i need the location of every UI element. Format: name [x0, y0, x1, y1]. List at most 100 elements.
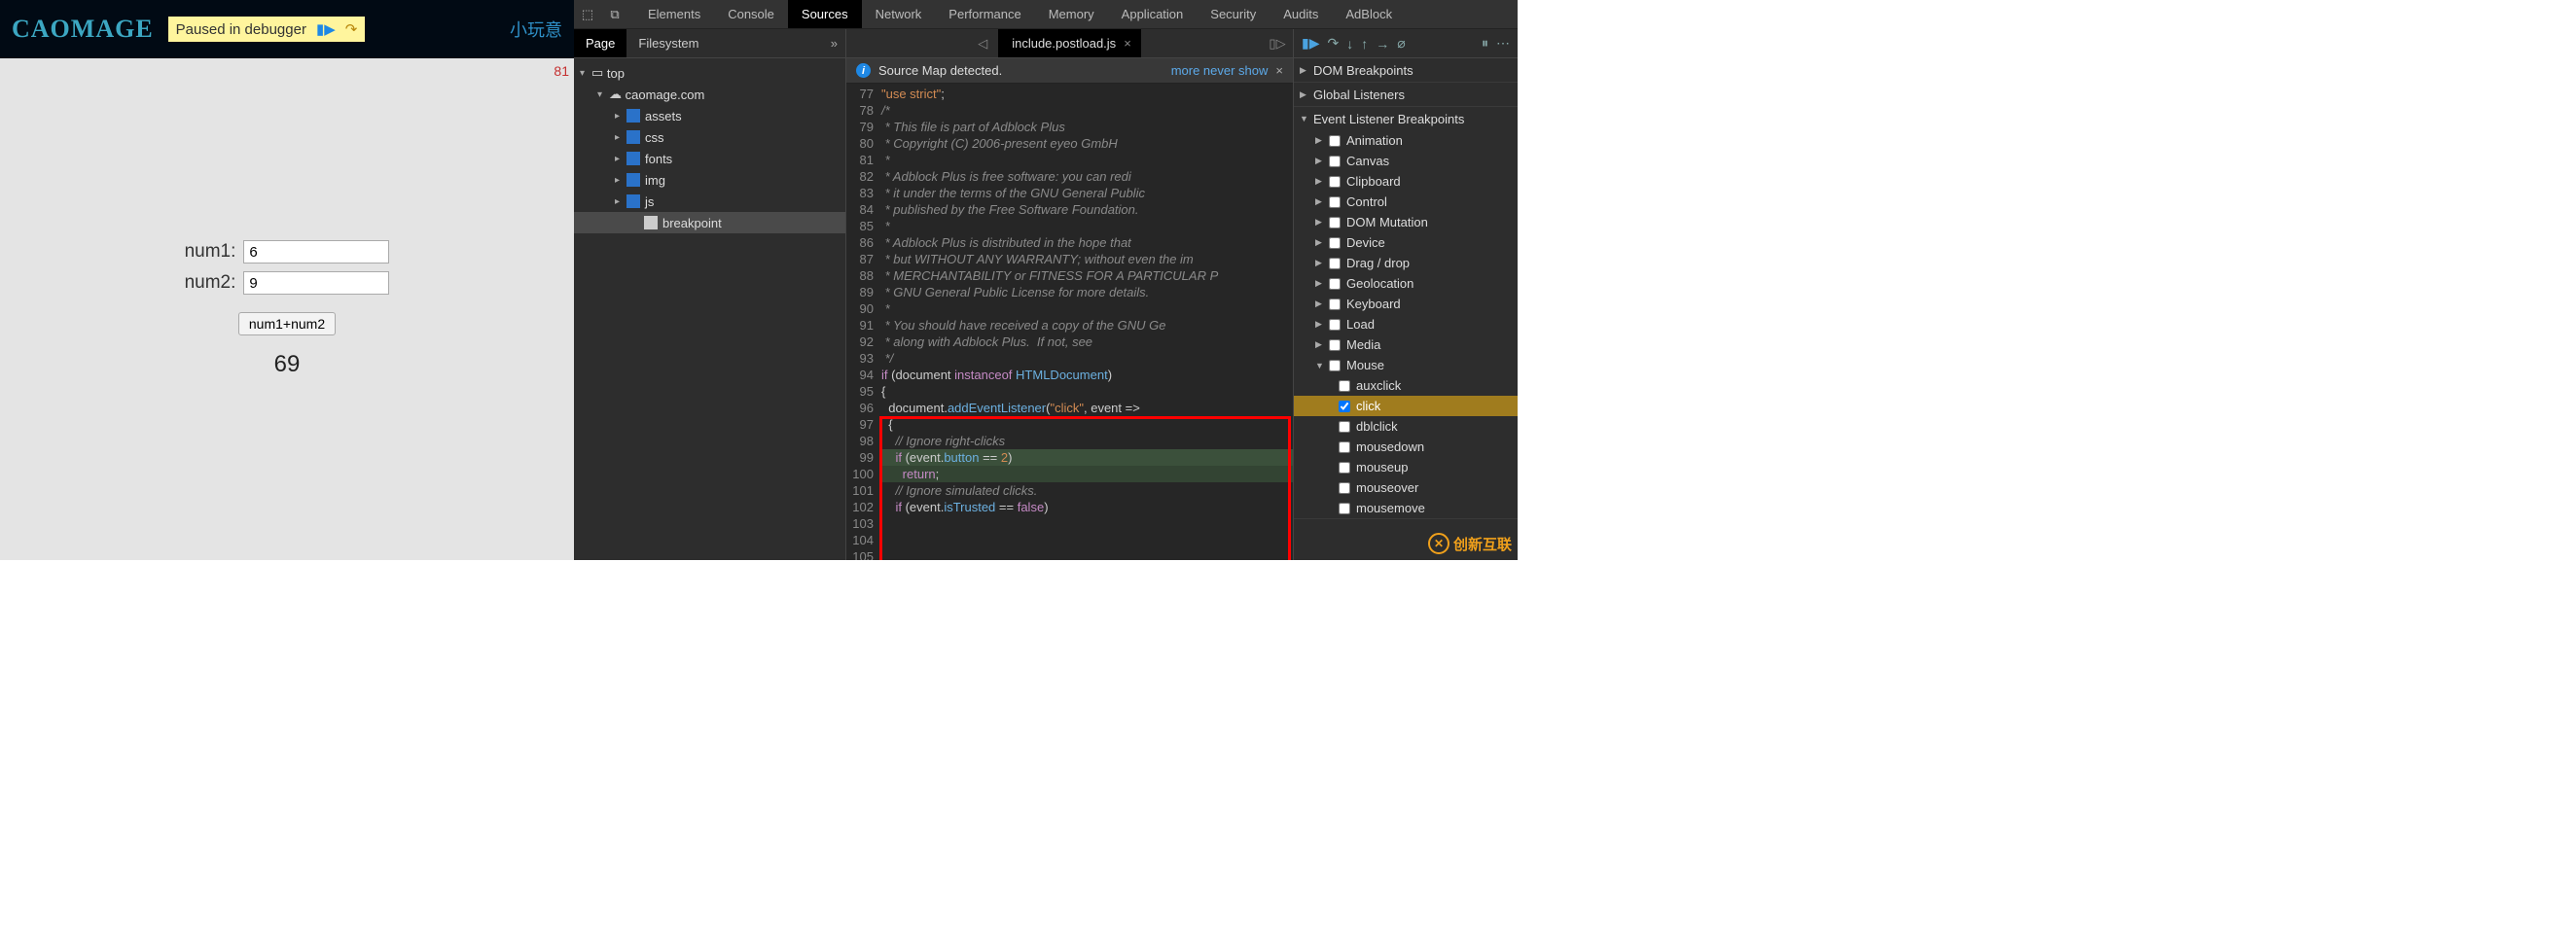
navigator-overflow-icon[interactable]: »	[831, 36, 838, 51]
event-dblclick[interactable]: dblclick	[1294, 416, 1518, 437]
event-category-device[interactable]: ▶ Device	[1294, 232, 1518, 253]
devtools-tab-security[interactable]: Security	[1197, 0, 1270, 28]
event-category-mouse[interactable]: ▼ Mouse	[1294, 355, 1518, 375]
event-category-dom-mutation[interactable]: ▶ DOM Mutation	[1294, 212, 1518, 232]
num1-input[interactable]	[243, 240, 389, 264]
tree-folder-fonts[interactable]: ▸fonts	[574, 148, 845, 169]
resume-icon[interactable]: ▮▶	[316, 20, 336, 38]
navigator-tab-page[interactable]: Page	[574, 29, 626, 57]
site-logo: CAOMAGE	[12, 15, 154, 44]
event-category-control[interactable]: ▶ Control	[1294, 192, 1518, 212]
tree-folder-css[interactable]: ▸css	[574, 126, 845, 148]
devtools-tab-application[interactable]: Application	[1108, 0, 1198, 28]
step-into-icon[interactable]: ↓	[1346, 36, 1353, 52]
event-mouseup[interactable]: mouseup	[1294, 457, 1518, 477]
event-category-canvas[interactable]: ▶ Canvas	[1294, 151, 1518, 171]
close-tab-icon[interactable]: ×	[1124, 36, 1131, 51]
code-editor[interactable]: 77 78 79 80 81 82 83 84 85 86 87 88 89 9…	[846, 84, 1293, 560]
event-click[interactable]: click	[1294, 396, 1518, 416]
devtools-tab-elements[interactable]: Elements	[634, 0, 714, 28]
category-checkbox[interactable]	[1329, 258, 1341, 269]
editor-tabs: ◁ include.postload.js × ▯▷	[846, 29, 1293, 58]
category-checkbox[interactable]	[1329, 319, 1341, 331]
file-icon	[644, 216, 658, 229]
devtools-tab-audits[interactable]: Audits	[1270, 0, 1332, 28]
section-global-listeners[interactable]: ▶Global Listeners	[1294, 83, 1518, 106]
step-icon[interactable]: →	[1376, 36, 1389, 52]
history-forward-icon[interactable]: ▯▷	[1266, 36, 1289, 52]
event-checkbox[interactable]	[1339, 482, 1350, 494]
event-checkbox[interactable]	[1339, 441, 1350, 453]
event-checkbox[interactable]	[1339, 462, 1350, 474]
devtools-tab-console[interactable]: Console	[714, 0, 788, 28]
infobar-message: Source Map detected.	[878, 63, 1002, 78]
tree-folder-img[interactable]: ▸img	[574, 169, 845, 191]
category-checkbox[interactable]	[1329, 135, 1341, 147]
debugger-panel: ▮▶ ↷ ↓ ↑ → ⌀ ⏸ ⋯ ▶DOM Breakpoints ▶Globa…	[1294, 29, 1518, 560]
folder-icon	[626, 194, 640, 208]
devtools-tab-adblock[interactable]: AdBlock	[1332, 0, 1406, 28]
category-checkbox[interactable]	[1329, 299, 1341, 310]
infobar-link[interactable]: more never show	[1171, 63, 1269, 78]
open-file-tab[interactable]: include.postload.js ×	[998, 29, 1141, 57]
deactivate-breakpoints-icon[interactable]: ⌀	[1397, 35, 1405, 52]
event-mousedown[interactable]: mousedown	[1294, 437, 1518, 457]
tree-domain[interactable]: ▾☁ caomage.com	[574, 84, 845, 105]
resume-icon[interactable]: ▮▶	[1302, 35, 1319, 52]
event-category-clipboard[interactable]: ▶ Clipboard	[1294, 171, 1518, 192]
add-button[interactable]: num1+num2	[238, 312, 336, 335]
history-back-icon[interactable]: ◁	[971, 36, 994, 52]
event-category-load[interactable]: ▶ Load	[1294, 314, 1518, 334]
result-value: 69	[274, 351, 301, 378]
navigator-tabs: Page Filesystem »	[574, 29, 845, 58]
nav-link[interactable]: 小玩意	[510, 17, 562, 42]
event-checkbox[interactable]	[1339, 503, 1350, 514]
section-event-listener-breakpoints[interactable]: ▼Event Listener Breakpoints	[1294, 107, 1518, 130]
category-checkbox[interactable]	[1329, 360, 1341, 371]
category-checkbox[interactable]	[1329, 237, 1341, 249]
step-over-icon[interactable]: ↷	[1327, 35, 1339, 52]
category-checkbox[interactable]	[1329, 196, 1341, 208]
tree-file-breakpoint[interactable]: breakpoint	[574, 212, 845, 233]
category-checkbox[interactable]	[1329, 156, 1341, 167]
event-category-drag-drop[interactable]: ▶ Drag / drop	[1294, 253, 1518, 273]
navigator-tab-filesystem[interactable]: Filesystem	[626, 29, 710, 57]
folder-icon	[626, 130, 640, 144]
tree-folder-js[interactable]: ▸js	[574, 191, 845, 212]
event-mousemove[interactable]: mousemove	[1294, 498, 1518, 518]
pause-exceptions-icon[interactable]: ⏸	[1482, 35, 1488, 52]
paused-label: Paused in debugger	[176, 21, 306, 38]
category-checkbox[interactable]	[1329, 217, 1341, 228]
event-auxclick[interactable]: auxclick	[1294, 375, 1518, 396]
watermark: ✕ 创新互联	[1428, 533, 1512, 554]
event-checkbox[interactable]	[1339, 401, 1350, 412]
event-category-animation[interactable]: ▶ Animation	[1294, 130, 1518, 151]
toggle-device-icon[interactable]: ⧉	[601, 1, 628, 28]
event-mouseover[interactable]: mouseover	[1294, 477, 1518, 498]
event-checkbox[interactable]	[1339, 421, 1350, 433]
devtools-tab-network[interactable]: Network	[862, 0, 936, 28]
category-checkbox[interactable]	[1329, 339, 1341, 351]
cloud-icon: ☁	[609, 87, 622, 102]
num1-label: num1:	[185, 241, 236, 263]
devtools-tab-memory[interactable]: Memory	[1035, 0, 1108, 28]
category-checkbox[interactable]	[1329, 278, 1341, 290]
async-icon[interactable]: ⋯	[1496, 35, 1510, 52]
event-category-media[interactable]: ▶ Media	[1294, 334, 1518, 355]
tree-folder-assets[interactable]: ▸assets	[574, 105, 845, 126]
section-dom-breakpoints[interactable]: ▶DOM Breakpoints	[1294, 58, 1518, 82]
event-category-keyboard[interactable]: ▶ Keyboard	[1294, 294, 1518, 314]
devtools-tab-sources[interactable]: Sources	[788, 0, 862, 28]
watermark-icon: ✕	[1428, 533, 1449, 554]
debugger-toolbar: ▮▶ ↷ ↓ ↑ → ⌀ ⏸ ⋯	[1294, 29, 1518, 58]
event-category-geolocation[interactable]: ▶ Geolocation	[1294, 273, 1518, 294]
step-out-icon[interactable]: ↑	[1361, 36, 1368, 52]
tree-top[interactable]: ▾▭ top	[574, 62, 845, 84]
category-checkbox[interactable]	[1329, 176, 1341, 188]
event-checkbox[interactable]	[1339, 380, 1350, 392]
step-over-icon[interactable]: ↷	[345, 20, 358, 38]
infobar-close-icon[interactable]: ×	[1275, 63, 1283, 78]
devtools-tab-performance[interactable]: Performance	[935, 0, 1034, 28]
num2-input[interactable]	[243, 271, 389, 295]
inspect-element-icon[interactable]: ⬚	[574, 1, 601, 28]
